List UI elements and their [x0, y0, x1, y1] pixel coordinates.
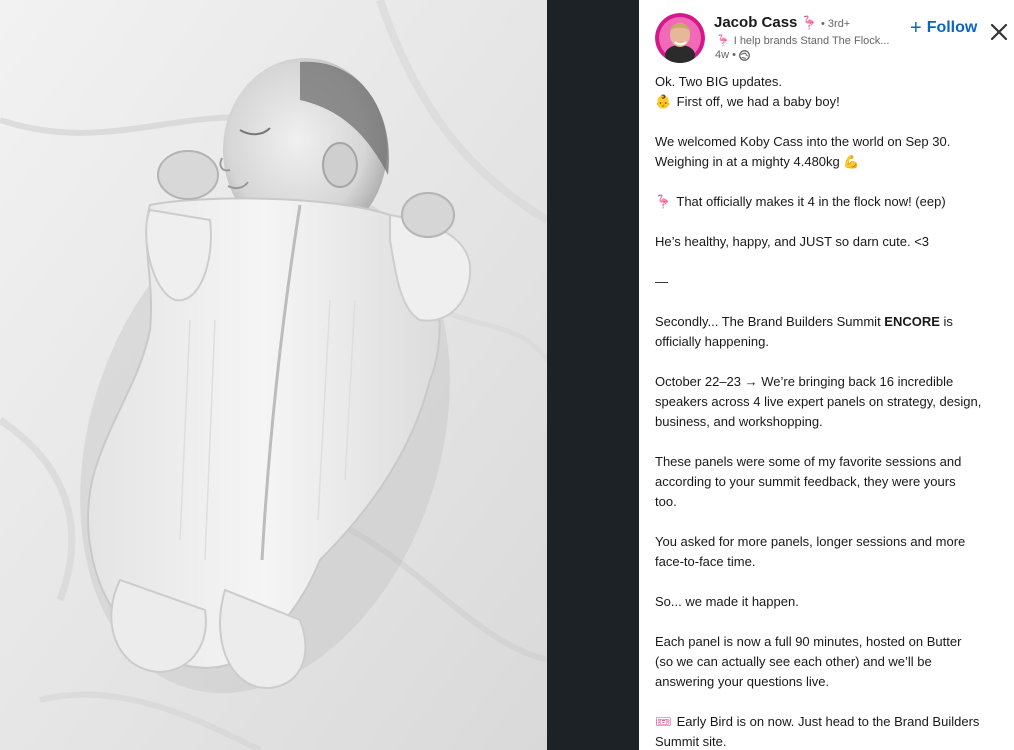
post-line: So... we made it happen. — [655, 594, 799, 609]
post-header: Jacob Cass 🦩 • 3rd+ 🦩 I help brands Stand … — [639, 0, 1014, 68]
baby-icon: 👶 — [655, 94, 672, 109]
post-line: too. — [655, 494, 677, 509]
image-viewer: Jacob Cass 🦩 • 3rd+ 🦩 I help brands Stand … — [0, 0, 1014, 750]
flamingo-icon: 🦩 — [655, 194, 672, 209]
author-headline: 🦩 I help brands Stand The Flock... — [716, 34, 904, 47]
post-line: October 22–23 → We’re bringing back 16 i… — [655, 374, 954, 389]
post-line: These panels were some of my favorite se… — [655, 454, 962, 469]
close-button[interactable] — [988, 21, 1010, 43]
plus-icon: + — [910, 17, 922, 39]
post-line-text: is — [939, 314, 953, 329]
connection-degree: • 3rd+ — [821, 18, 851, 30]
post-age: 4w • — [715, 49, 736, 61]
follow-label: Follow — [926, 19, 978, 36]
close-icon — [990, 23, 1008, 41]
post-line: answering your questions live. — [655, 674, 830, 689]
post-line-text: Secondly... The Brand Builders Summit — [655, 314, 885, 329]
post-line: speakers across 4 live expert panels on … — [655, 394, 982, 409]
post-photo[interactable] — [0, 0, 547, 750]
flamingo-icon: 🦩 — [716, 35, 730, 47]
globe-icon — [739, 49, 750, 61]
post-line: 🎟 Early Bird is on now. Just head to the… — [655, 712, 1005, 732]
ticket-icon: 🎟 — [655, 714, 672, 729]
author-name[interactable]: Jacob Cass — [714, 14, 797, 31]
post-line: according to your summit feedback, they … — [655, 474, 956, 489]
post-line: 🦩 That officially makes it 4 in the floc… — [655, 192, 1005, 212]
author-avatar[interactable] — [655, 13, 705, 63]
follow-button[interactable]: + Follow — [910, 16, 977, 40]
post-side-panel: Jacob Cass 🦩 • 3rd+ 🦩 I help brands Stand … — [639, 0, 1014, 750]
flamingo-icon: 🦩 — [801, 15, 818, 30]
post-line-text: Early Bird is on now. Just head to the B… — [676, 714, 980, 729]
post-line: Weighing in at a mighty 4.480kg 💪 — [655, 152, 1005, 172]
post-line: Secondly... The Brand Builders Summit EN… — [655, 312, 1005, 332]
muscle-icon: 💪 — [843, 154, 860, 169]
post-line-text: Weighing in at a mighty 4.480kg — [655, 154, 840, 169]
post-line: business, and workshopping. — [655, 414, 823, 429]
post-line: Summit site. — [655, 734, 727, 749]
post-timestamp: 4w • — [715, 49, 750, 61]
post-line-text: That officially makes it 4 in the flock … — [676, 194, 946, 209]
author-name-row[interactable]: Jacob Cass 🦩 — [714, 14, 818, 31]
avatar-image — [655, 13, 705, 63]
author-headline-text: I help brands Stand The Flock... — [733, 35, 890, 47]
baby-photo-image — [0, 0, 547, 750]
post-line-bold: ENCORE — [884, 314, 940, 329]
post-line: Ok. Two BIG updates. — [655, 74, 782, 89]
post-line-text: First off, we had a baby boy! — [676, 94, 840, 109]
post-line: 👶 First off, we had a baby boy! — [655, 92, 1005, 112]
viewer-backdrop — [547, 0, 639, 750]
post-line: (so we can actually see each other) and … — [655, 654, 932, 669]
post-line: Each panel is now a full 90 minutes, hos… — [655, 634, 962, 649]
post-line: You asked for more panels, longer sessio… — [655, 534, 966, 549]
post-line: We welcomed Koby Cass into the world on … — [655, 134, 951, 149]
post-line: officially happening. — [655, 334, 769, 349]
post-line: — — [655, 274, 668, 289]
post-line: face-to-face time. — [655, 554, 756, 569]
post-text: Ok. Two BIG updates. 👶 First off, we had… — [655, 72, 1005, 750]
post-line: He’s healthy, happy, and JUST so darn cu… — [655, 234, 930, 249]
